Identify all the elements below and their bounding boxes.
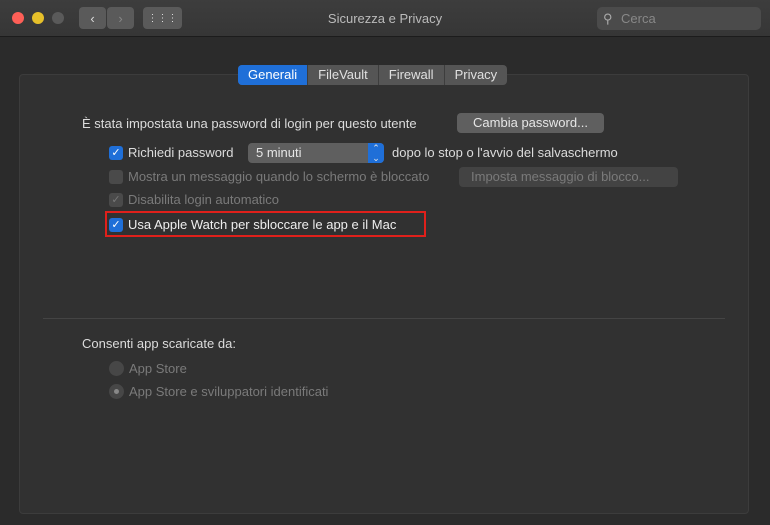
disable-auto-login-label: Disabilita login automatico	[128, 192, 280, 207]
set-lock-message-button[interactable]: Imposta messaggio di blocco...	[459, 167, 678, 187]
radio-app-store[interactable]	[109, 361, 124, 376]
stepper-arrows-icon: ⌃ ⌄	[368, 143, 384, 163]
tab-privacy[interactable]: Privacy	[445, 65, 508, 85]
tab-filevault[interactable]: FileVault	[308, 65, 379, 85]
search-placeholder: Cerca	[621, 11, 656, 26]
radio-app-store-label: App Store	[129, 361, 187, 376]
allow-apps-label: Consenti app scaricate da:	[82, 336, 236, 351]
show-message-checkbox[interactable]	[109, 170, 123, 184]
content-panel	[19, 74, 749, 514]
require-password-checkbox[interactable]: ✓	[109, 146, 123, 160]
tab-generali[interactable]: Generali	[238, 65, 309, 85]
divider	[43, 318, 725, 319]
password-status-text: È stata impostata una password di login …	[82, 116, 417, 131]
change-password-button[interactable]: Cambia password...	[457, 113, 604, 133]
apple-watch-label: Usa Apple Watch per sbloccare le app e i…	[128, 217, 397, 232]
require-password-label: Richiedi password	[128, 145, 234, 160]
disable-auto-login-checkbox[interactable]: ✓	[109, 193, 123, 207]
radio-app-store-identified[interactable]	[109, 384, 124, 399]
tab-bar: Generali FileVault Firewall Privacy	[238, 65, 508, 85]
title-bar: ‹ › ⋮⋮⋮ Sicurezza e Privacy ⚲ Cerca	[0, 0, 770, 37]
show-message-label: Mostra un messaggio quando lo schermo è …	[128, 169, 430, 184]
checkmark-icon: ✓	[111, 219, 121, 231]
radio-dot-icon	[114, 389, 119, 394]
search-icon: ⚲	[603, 11, 613, 26]
tab-firewall[interactable]: Firewall	[379, 65, 445, 85]
select-value: 5 minuti	[256, 145, 302, 160]
checkmark-icon: ✓	[111, 147, 121, 159]
require-password-select[interactable]: 5 minuti ⌃ ⌄	[248, 143, 384, 163]
apple-watch-checkbox[interactable]: ✓	[109, 218, 123, 232]
require-password-suffix: dopo lo stop o l'avvio del salvaschermo	[392, 145, 618, 160]
radio-app-store-identified-label: App Store e sviluppatori identificati	[129, 384, 329, 399]
checkmark-icon: ✓	[111, 194, 121, 206]
search-input[interactable]: ⚲ Cerca	[597, 7, 761, 30]
